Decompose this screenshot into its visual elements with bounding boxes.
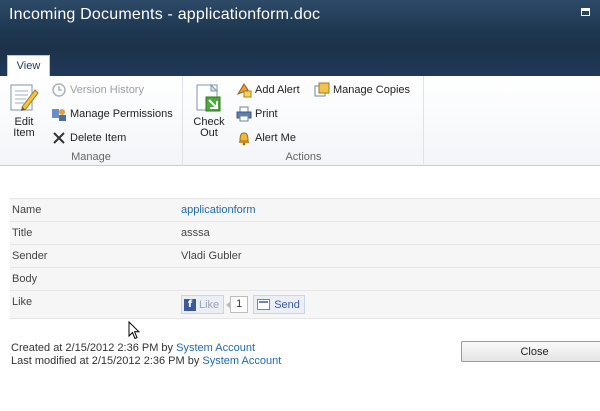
check-out-button[interactable]: Check Out <box>192 82 226 139</box>
created-info: Created at 2/15/2012 2:36 PM by System A… <box>11 342 255 354</box>
alert-me-button[interactable]: Alert Me <box>236 129 296 147</box>
delete-icon <box>51 130 67 146</box>
manage-copies-button[interactable]: Manage Copies <box>314 81 410 99</box>
like-count: 1 <box>226 296 249 313</box>
modified-by-link[interactable]: System Account <box>202 355 281 367</box>
ribbon-group-manage: Edit Item Version History Manage Permiss… <box>0 76 183 166</box>
item-footer: Created at 2/15/2012 2:36 PM by System A… <box>11 342 281 368</box>
group-label-manage: Manage <box>71 151 111 163</box>
item-properties: Name applicationform Title asssa Sender … <box>10 198 600 319</box>
mouse-cursor-icon <box>128 321 140 340</box>
field-label: Sender <box>10 245 175 267</box>
manage-copies-icon <box>314 82 330 98</box>
like-cell: f Like 1 Send <box>175 291 600 318</box>
close-button[interactable]: Close <box>461 341 600 362</box>
group-label-actions: Actions <box>285 151 322 163</box>
field-value <box>175 268 600 290</box>
field-label: Body <box>10 268 175 290</box>
modified-info: Last modified at 2/15/2012 2:36 PM by Sy… <box>11 355 282 367</box>
bell-icon <box>236 130 252 146</box>
ribbon: Edit Item Version History Manage Permiss… <box>0 76 600 166</box>
facebook-like-button[interactable]: f Like <box>181 295 225 314</box>
printer-icon <box>236 106 252 122</box>
title-bar: Incoming Documents - applicationform.doc <box>0 0 600 48</box>
check-out-icon <box>193 82 225 114</box>
manage-permissions-button[interactable]: Manage Permissions <box>51 105 173 123</box>
name-link[interactable]: applicationform <box>175 199 600 221</box>
add-alert-button[interactable]: Add Alert <box>236 81 300 99</box>
delete-item-button[interactable]: Delete Item <box>51 129 126 147</box>
field-row-title: Title asssa <box>10 221 600 244</box>
edit-item-icon <box>8 82 40 114</box>
print-button[interactable]: Print <box>236 105 278 123</box>
facebook-icon: f <box>184 298 196 311</box>
add-alert-icon <box>236 82 252 98</box>
ribbon-tab-strip: View <box>0 48 600 76</box>
facebook-send-button[interactable]: Send <box>253 295 305 314</box>
field-row-body: Body <box>10 267 600 290</box>
window-title: Incoming Documents - applicationform.doc <box>9 6 321 23</box>
facebook-like-widget: f Like 1 Send <box>181 295 305 314</box>
field-row-name: Name applicationform <box>10 198 600 221</box>
envelope-icon <box>257 299 271 310</box>
manage-permissions-icon <box>51 106 67 122</box>
field-value: asssa <box>175 222 600 244</box>
field-label: Like <box>10 291 175 318</box>
version-history-icon <box>51 82 67 98</box>
field-label: Name <box>10 199 175 221</box>
tab-view[interactable]: View <box>7 55 50 76</box>
maximize-icon[interactable] <box>577 4 593 19</box>
edit-item-button[interactable]: Edit Item <box>7 82 41 139</box>
field-label: Title <box>10 222 175 244</box>
created-by-link[interactable]: System Account <box>176 342 255 354</box>
ribbon-group-actions: Check Out Add Alert Manage Copies Print <box>184 76 424 166</box>
field-value: Vladi Gubler <box>175 245 600 267</box>
version-history-button[interactable]: Version History <box>51 81 144 99</box>
field-row-like: Like f Like 1 Send <box>10 290 600 319</box>
field-row-sender: Sender Vladi Gubler <box>10 244 600 267</box>
